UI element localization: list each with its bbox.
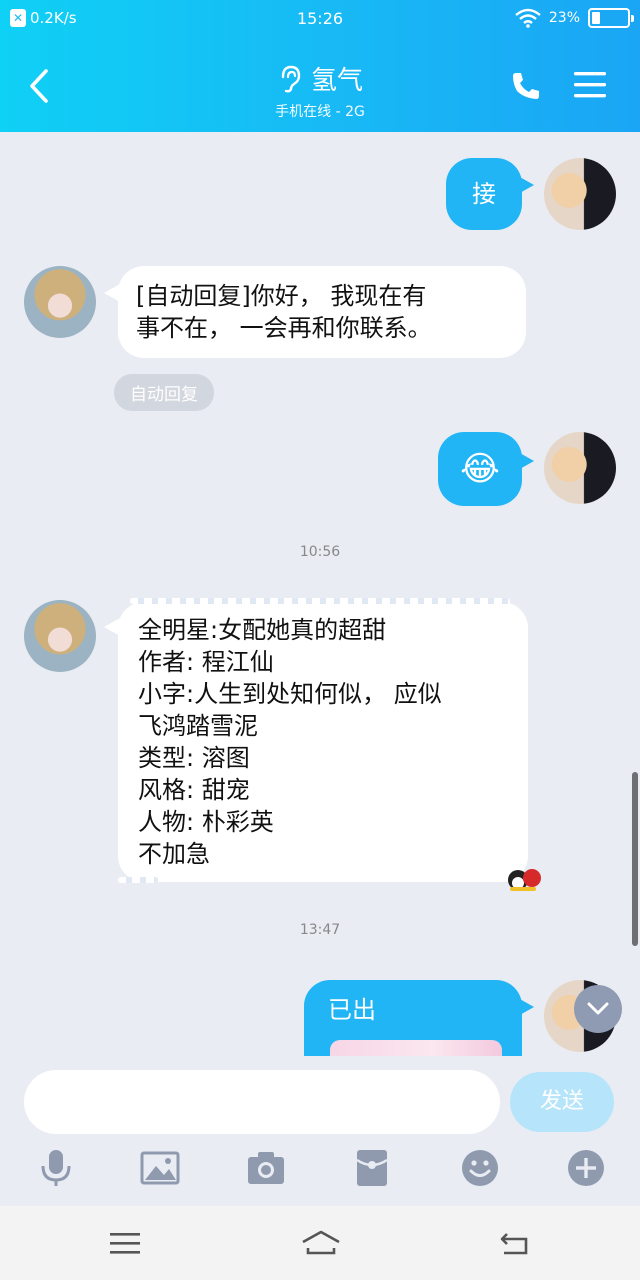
red-packet-icon[interactable] bbox=[352, 1148, 392, 1188]
send-button[interactable]: 发送 bbox=[510, 1072, 614, 1132]
contact-avatar[interactable] bbox=[24, 600, 96, 672]
wifi-icon bbox=[515, 8, 541, 28]
outgoing-emoji-bubble[interactable]: 😂 bbox=[438, 432, 522, 506]
back-icon[interactable] bbox=[498, 1228, 532, 1258]
snow-decoration bbox=[118, 877, 158, 883]
message-text: 已出 bbox=[328, 996, 376, 1024]
battery-icon bbox=[588, 8, 634, 28]
nav-bar: 氢气 手机在线 - 2G bbox=[0, 40, 640, 132]
chat-header: ✕ 0.2K/s 15:26 23% 氢气 手机在线 - 2G bbox=[0, 0, 640, 132]
ear-icon bbox=[281, 65, 301, 92]
my-avatar[interactable] bbox=[544, 432, 616, 504]
hamburger-menu-icon[interactable] bbox=[574, 70, 606, 100]
status-bar: ✕ 0.2K/s 15:26 23% bbox=[0, 0, 640, 40]
message-line: 作者: 程江仙 bbox=[138, 648, 274, 676]
battery-percent: 23% bbox=[548, 10, 580, 26]
image-preview[interactable] bbox=[330, 1040, 502, 1056]
outgoing-message-bubble[interactable]: 已出 bbox=[304, 980, 522, 1056]
chevron-down-icon bbox=[587, 1002, 609, 1015]
auto-reply-badge: 自动回复 bbox=[114, 374, 214, 411]
composer: 发送 bbox=[0, 1056, 640, 1206]
emoji-icon[interactable] bbox=[460, 1148, 500, 1188]
message-line: 类型: 溶图 bbox=[138, 744, 250, 772]
camera-icon[interactable] bbox=[246, 1148, 286, 1188]
laughing-emoji-icon: 😂 bbox=[460, 449, 500, 489]
timestamp: 13:47 bbox=[299, 922, 341, 938]
scrollbar[interactable] bbox=[632, 772, 638, 946]
bubble-tail bbox=[518, 452, 534, 470]
message-line: 风格: 甜宠 bbox=[138, 776, 250, 804]
mascot-sticker-icon bbox=[508, 869, 541, 891]
message-line: [自动回复]你好， 我现在有 bbox=[136, 282, 427, 310]
contact-status: 手机在线 - 2G bbox=[275, 104, 365, 120]
scroll-to-bottom-button[interactable] bbox=[574, 985, 622, 1033]
bubble-tail bbox=[518, 176, 534, 194]
message-line: 事不在， 一会再和你联系。 bbox=[136, 314, 432, 342]
system-navigation-bar bbox=[0, 1206, 640, 1280]
message-text: 接 bbox=[472, 180, 496, 208]
microphone-icon[interactable] bbox=[36, 1148, 76, 1188]
home-icon[interactable] bbox=[300, 1228, 342, 1258]
phone-icon[interactable] bbox=[510, 70, 542, 102]
contact-title-block[interactable]: 氢气 手机在线 - 2G bbox=[0, 60, 640, 121]
chat-message-list[interactable]: 接 [自动回复]你好， 我现在有 事不在， 一会再和你联系。 自动回复 😂 10… bbox=[0, 132, 640, 1056]
my-avatar[interactable] bbox=[544, 158, 616, 230]
recent-apps-icon[interactable] bbox=[108, 1228, 142, 1258]
incoming-message-bubble[interactable]: [自动回复]你好， 我现在有 事不在， 一会再和你联系。 bbox=[118, 266, 526, 358]
message-line: 不加急 bbox=[138, 840, 210, 868]
contact-avatar[interactable] bbox=[24, 266, 96, 338]
contact-title: 氢气 bbox=[277, 60, 363, 97]
message-line: 小字:人生到处知何似， 应似 bbox=[138, 680, 442, 708]
outgoing-message-bubble[interactable]: 接 bbox=[446, 158, 522, 230]
message-input[interactable] bbox=[24, 1070, 500, 1134]
composer-toolbar bbox=[0, 1148, 640, 1194]
message-line: 全明星:女配她真的超甜 bbox=[138, 616, 387, 644]
timestamp: 10:56 bbox=[299, 544, 341, 560]
snow-decoration bbox=[130, 598, 510, 604]
bubble-tail bbox=[518, 998, 534, 1016]
image-icon[interactable] bbox=[140, 1148, 180, 1188]
status-right: 23% bbox=[515, 8, 634, 28]
incoming-message-bubble[interactable]: 全明星:女配她真的超甜 作者: 程江仙 小字:人生到处知何似， 应似 飞鸿踏雪泥… bbox=[118, 602, 528, 882]
message-line: 人物: 朴彩英 bbox=[138, 808, 274, 836]
plus-icon[interactable] bbox=[566, 1148, 606, 1188]
contact-name: 氢气 bbox=[310, 66, 363, 96]
message-line: 飞鸿踏雪泥 bbox=[138, 712, 258, 740]
